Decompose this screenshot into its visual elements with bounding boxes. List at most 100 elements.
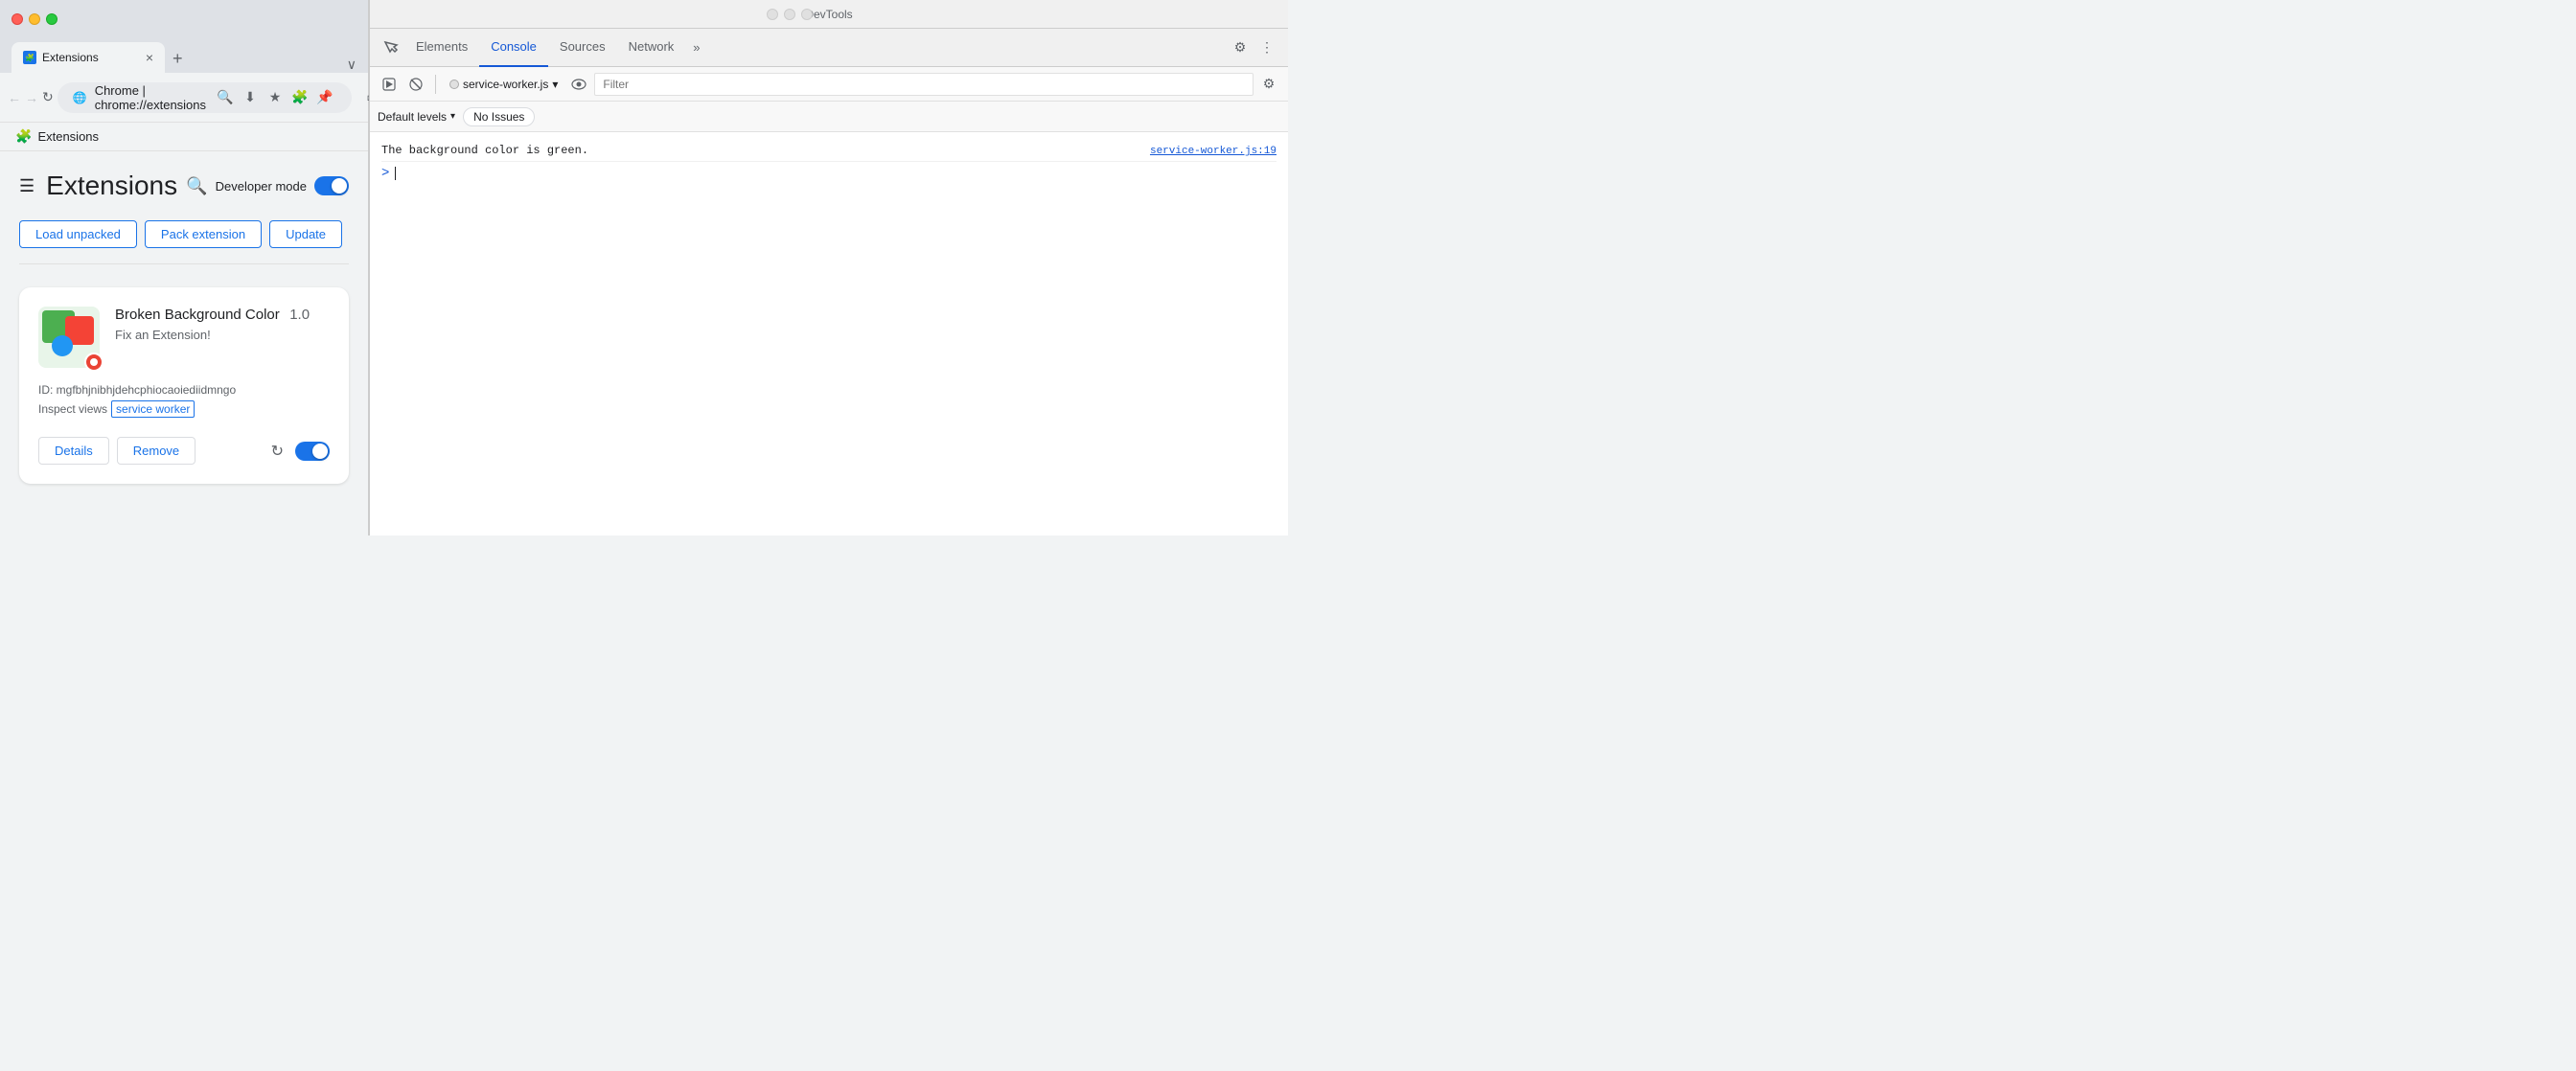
tab-elements[interactable]: Elements <box>404 29 479 67</box>
console-filter-input[interactable] <box>594 73 1254 96</box>
close-button[interactable] <box>12 13 23 25</box>
console-log-text: The background color is green. <box>381 144 588 157</box>
tab-favicon: 🧩 <box>23 51 36 64</box>
console-log-line: The background color is green. service-w… <box>381 140 1276 162</box>
pack-extension-button[interactable]: Pack extension <box>145 220 262 248</box>
details-button[interactable]: Details <box>38 437 109 465</box>
extension-description: Fix an Extension! <box>115 328 330 342</box>
tab-menu-button[interactable]: ∨ <box>347 57 356 73</box>
pushpin-icon[interactable]: 📌 <box>313 86 336 109</box>
tab-sources[interactable]: Sources <box>548 29 617 67</box>
console-clear-button[interactable] <box>404 73 427 96</box>
extension-error-badge <box>84 353 104 372</box>
tab-network[interactable]: Network <box>617 29 686 67</box>
worker-selector[interactable]: service-worker.js ▾ <box>444 76 564 93</box>
tab-bar: 🧩 Extensions × + ∨ <box>0 38 368 73</box>
forward-button[interactable]: → <box>25 84 38 111</box>
dt-maximize-btn[interactable] <box>801 9 813 20</box>
title-bar <box>0 0 368 38</box>
refresh-button[interactable]: ↻ <box>42 84 54 111</box>
devtools-menu-button[interactable]: ⋮ <box>1254 34 1280 61</box>
extensions-header: ☰ Extensions 🔍 Developer mode <box>19 171 349 201</box>
console-caret <box>395 167 396 180</box>
devtools-panel: DevTools Elements Console Sources Networ… <box>369 0 1288 536</box>
address-globe-icon: 🌐 <box>73 91 87 104</box>
bookmark-star-icon[interactable]: ★ <box>264 86 287 109</box>
worker-label: service-worker.js <box>463 78 548 91</box>
console-prompt-icon: > <box>381 166 389 181</box>
console-level-bar: Default levels ▾ No Issues <box>370 102 1288 132</box>
toggle-knob <box>332 178 347 194</box>
extension-name-row: Broken Background Color 1.0 <box>115 307 330 324</box>
developer-mode-label: Developer mode <box>216 179 307 194</box>
address-bar: ← → ↻ 🌐 Chrome | chrome://extensions 🔍 ⬇… <box>0 73 368 123</box>
dt-close-btn[interactable] <box>767 9 778 20</box>
extensions-content: ☰ Extensions 🔍 Developer mode Load unpac… <box>0 151 368 536</box>
developer-mode-toggle[interactable] <box>314 176 349 195</box>
title-group: ☰ Extensions <box>19 171 177 201</box>
extension-id-row: ID: mgfbhjnibhjdehcphiocaoiediidmngo <box>38 383 330 397</box>
new-tab-button[interactable]: + <box>169 45 187 73</box>
reload-extension-button[interactable]: ↻ <box>271 442 284 461</box>
extension-icon-wrapper <box>38 307 100 368</box>
tab-label: Extensions <box>42 51 99 64</box>
badge-inner <box>90 358 98 366</box>
inspect-element-button[interactable] <box>378 34 404 61</box>
back-button[interactable]: ← <box>8 84 21 111</box>
worker-dot-icon <box>449 80 459 89</box>
breadcrumb-bar: 🧩 Extensions <box>0 123 368 151</box>
more-tabs-button[interactable]: » <box>685 36 707 58</box>
card-buttons: Details Remove <box>38 437 196 465</box>
card-right: ↻ <box>271 442 330 461</box>
remove-button[interactable]: Remove <box>117 437 196 465</box>
worker-arrow-icon: ▾ <box>552 78 558 91</box>
breadcrumb-icon: 🧩 <box>15 128 32 145</box>
extension-views-row: Inspect views service worker <box>38 400 330 418</box>
console-settings-icon[interactable]: ⚙ <box>1257 73 1280 96</box>
devtools-tabs: Elements Console Sources Network » ⚙ ⋮ <box>370 29 1288 67</box>
page-title: Extensions <box>46 171 177 201</box>
toggle-knob <box>312 444 328 459</box>
console-eye-button[interactable] <box>567 73 590 96</box>
console-input-line[interactable]: > <box>381 162 1276 185</box>
maximize-button[interactable] <box>46 13 58 25</box>
devtools-title-bar: DevTools <box>370 0 1288 29</box>
devtools-settings-button[interactable]: ⚙ <box>1227 34 1254 61</box>
minimize-button[interactable] <box>29 13 40 25</box>
level-arrow-icon: ▾ <box>450 111 455 122</box>
console-toolbar: service-worker.js ▾ ⚙ <box>370 67 1288 102</box>
default-levels-label: Default levels <box>378 110 447 124</box>
sidebar-menu-icon[interactable]: ☰ <box>19 176 34 196</box>
tab-console[interactable]: Console <box>479 29 548 67</box>
address-text: Chrome | chrome://extensions <box>95 83 206 112</box>
action-buttons: Load unpacked Pack extension Update <box>19 220 349 264</box>
update-button[interactable]: Update <box>269 220 342 248</box>
breadcrumb-text: Extensions <box>37 129 99 144</box>
inspect-views-label: Inspect views <box>38 402 107 416</box>
download-icon[interactable]: ⬇ <box>239 86 262 109</box>
console-log-source[interactable]: service-worker.js:19 <box>1150 146 1276 157</box>
tab-close-button[interactable]: × <box>146 50 153 65</box>
extension-id-text: ID: mgfbhjnibhjdehcphiocaoiediidmngo <box>38 383 236 397</box>
card-top: Broken Background Color 1.0 Fix an Exten… <box>38 307 330 368</box>
search-icon[interactable]: 🔍 <box>186 176 207 196</box>
console-play-button[interactable] <box>378 73 401 96</box>
card-actions: Details Remove ↻ <box>38 437 330 465</box>
extension-name: Broken Background Color <box>115 307 280 323</box>
console-output: The background color is green. service-w… <box>370 132 1288 536</box>
toolbar-divider <box>435 75 436 94</box>
dev-mode-group: 🔍 Developer mode <box>186 176 349 196</box>
extension-enabled-toggle[interactable] <box>295 442 330 461</box>
service-worker-link[interactable]: service worker <box>111 400 195 418</box>
extensions-tab[interactable]: 🧩 Extensions × <box>12 42 165 73</box>
extension-version: 1.0 <box>289 307 310 323</box>
no-issues-badge: No Issues <box>463 107 535 126</box>
zoom-icon[interactable]: 🔍 <box>214 86 237 109</box>
traffic-lights <box>12 13 58 25</box>
extension-card: Broken Background Color 1.0 Fix an Exten… <box>19 287 349 484</box>
address-input[interactable]: 🌐 Chrome | chrome://extensions 🔍 ⬇ ★ 🧩 📌 <box>58 82 352 113</box>
load-unpacked-button[interactable]: Load unpacked <box>19 220 137 248</box>
log-level-selector[interactable]: Default levels ▾ <box>378 110 455 124</box>
extension-puzzle-icon[interactable]: 🧩 <box>288 86 311 109</box>
dt-minimize-btn[interactable] <box>784 9 795 20</box>
